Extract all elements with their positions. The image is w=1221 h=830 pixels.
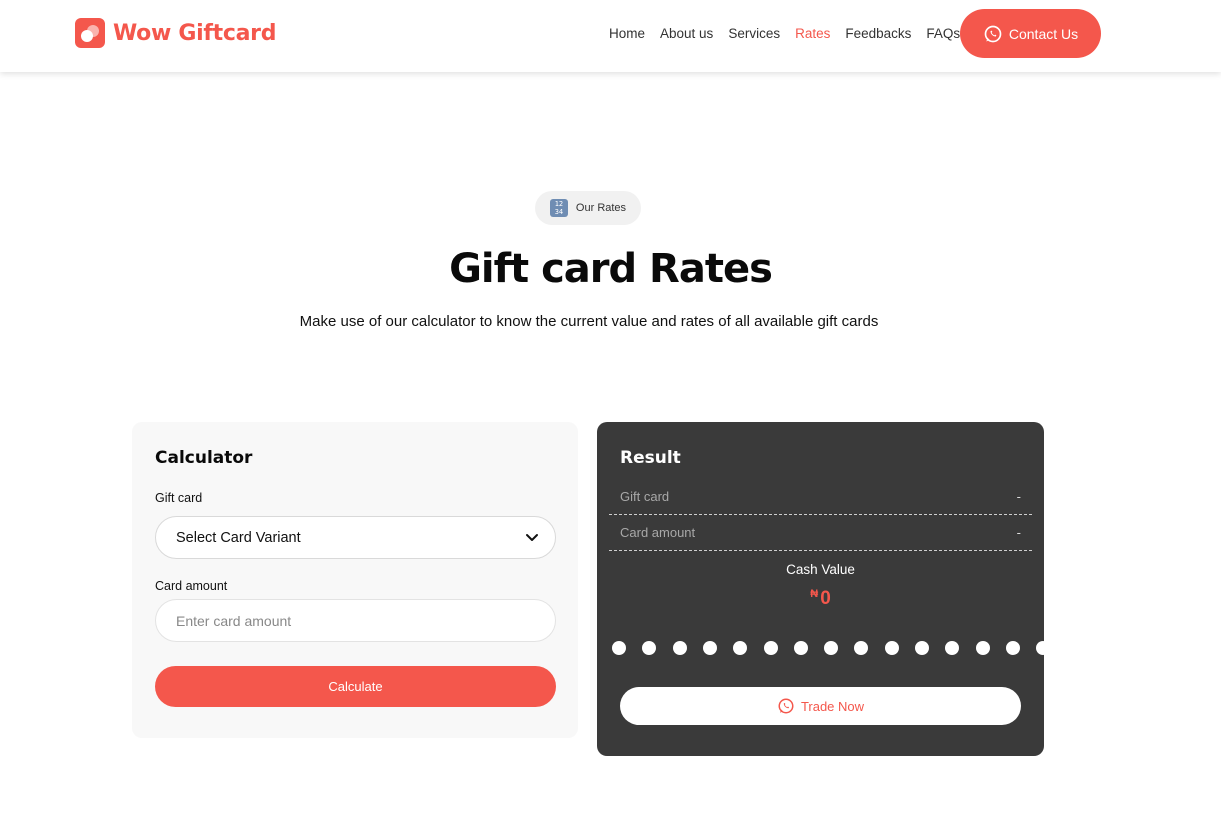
perforation-dot [642, 641, 657, 655]
page-subtitle: Make use of our calculator to know the c… [299, 313, 879, 330]
gift-card-selected-value: Select Card Variant [176, 529, 301, 546]
perforation-dot [793, 641, 808, 655]
input-numbers-icon: 12 34 [549, 199, 568, 217]
perforation-dot [612, 641, 626, 655]
logo-icon [75, 18, 105, 48]
currency-symbol: ₦ [810, 588, 819, 600]
cash-value-amount: 0 [820, 588, 831, 609]
nav-rates[interactable]: Rates [795, 26, 830, 41]
perforation-dot [1005, 641, 1020, 655]
ticket-perforation [597, 641, 1044, 655]
nav-faqs[interactable]: FAQs [926, 26, 960, 41]
whatsapp-icon [984, 25, 1002, 42]
result-row-value: - [1016, 525, 1021, 540]
perforation-dot [854, 641, 869, 655]
main-nav: Home About us Services Rates Feedbacks F… [609, 26, 960, 41]
logo[interactable]: Wow Giftcard [75, 18, 276, 48]
contact-us-label: Contact Us [1008, 25, 1079, 42]
perforation-dot [733, 641, 748, 655]
perforation-dot [975, 641, 990, 655]
perforation-dot [702, 641, 717, 655]
card-amount-label: Card amount [155, 579, 228, 593]
cash-value: ₦ 0 [597, 588, 1044, 610]
perforation-dot [824, 641, 839, 655]
logo-text: Wow Giftcard [113, 20, 277, 46]
card-amount-input[interactable] [155, 599, 556, 642]
result-row-value: - [1016, 489, 1021, 504]
page-title: Gift card Rates [449, 246, 773, 292]
section-pill-label: Our Rates [575, 202, 627, 214]
contact-us-button[interactable]: Contact Us [960, 9, 1101, 58]
perforation-dot [763, 641, 778, 655]
calculate-button[interactable]: Calculate [155, 666, 556, 707]
result-row-label: Gift card [620, 489, 670, 504]
whatsapp-icon [778, 698, 794, 714]
cash-value-label: Cash Value [786, 562, 855, 577]
trade-now-label: Trade Now [800, 698, 865, 714]
perforation-dot [884, 641, 899, 655]
perforation-dot [915, 641, 929, 655]
perforation-dot [1036, 641, 1044, 655]
result-row-label: Card amount [620, 525, 696, 540]
nav-home[interactable]: Home [609, 26, 645, 41]
trade-now-button[interactable]: Trade Now [620, 687, 1021, 725]
nav-services[interactable]: Services [728, 26, 780, 41]
section-pill: 12 34 Our Rates [535, 191, 641, 225]
gift-card-label: Gift card [155, 491, 203, 505]
perforation-dot [672, 641, 687, 655]
nav-feedbacks[interactable]: Feedbacks [845, 26, 911, 41]
site-header: Wow Giftcard Home About us Services Rate… [0, 0, 1221, 72]
nav-about[interactable]: About us [660, 26, 713, 41]
result-title: Result [620, 448, 681, 468]
calculator-title: Calculator [155, 448, 253, 468]
calculator-card: Calculator Gift card Select Card Variant… [132, 422, 578, 738]
chevron-down-icon [526, 534, 538, 541]
perforation-dot [945, 641, 960, 655]
result-row-gift-card: Gift card - [609, 479, 1032, 515]
gift-card-select[interactable]: Select Card Variant [155, 516, 556, 559]
result-row-card-amount: Card amount - [609, 515, 1032, 551]
result-card: Result Gift card - Card amount - Cash Va… [597, 422, 1044, 756]
